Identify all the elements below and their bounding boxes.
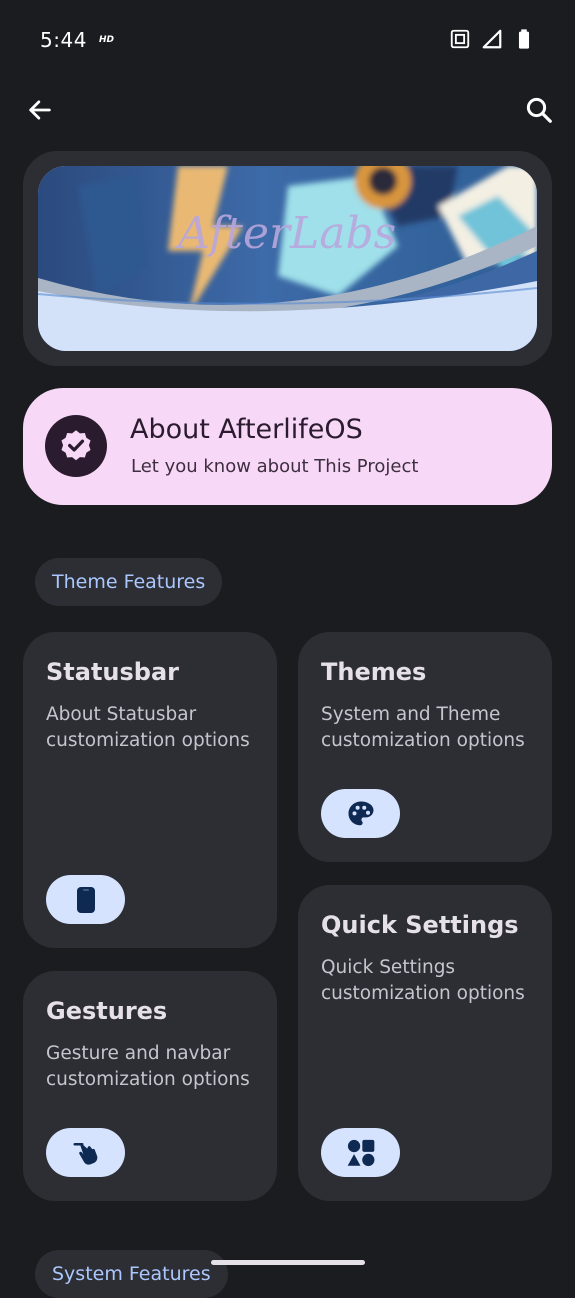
- status-bar: 5:44 HD: [0, 0, 575, 80]
- battery-icon: [518, 29, 530, 49]
- search-button[interactable]: [521, 92, 557, 128]
- back-button[interactable]: [22, 92, 58, 128]
- statusbar-card[interactable]: Statusbar About Statusbar customization …: [23, 632, 277, 948]
- card-title: Gestures: [46, 997, 168, 1025]
- quick-settings-icon-pill: [321, 1128, 400, 1177]
- app-bar: [0, 86, 575, 136]
- signal-icon: [482, 29, 502, 49]
- card-description: Gesture and navbar customization options: [46, 1043, 250, 1090]
- card-description: System and Theme customization options: [321, 704, 525, 751]
- hd-badge: HD: [99, 35, 115, 45]
- card-title: Themes: [321, 658, 427, 686]
- section-theme-features: Theme Features: [35, 558, 223, 606]
- themes-icon-pill: [321, 789, 400, 838]
- quick-settings-card[interactable]: Quick Settings Quick Settings customizat…: [298, 885, 552, 1201]
- statusbar-icon-pill: [46, 875, 125, 924]
- search-icon: [526, 97, 552, 123]
- palette-icon: [348, 801, 373, 825]
- banner-image: AfterLabs: [38, 166, 537, 351]
- banner-logo-text: AfterLabs: [174, 208, 396, 259]
- phone-icon: [76, 886, 95, 913]
- gestures-icon-pill: [46, 1128, 125, 1177]
- about-title: About AfterlifeOS: [130, 414, 363, 445]
- arrow-back-icon: [29, 100, 51, 120]
- card-title: Quick Settings: [321, 911, 519, 939]
- gesture-hand-icon: [73, 1142, 97, 1165]
- gesture-nav-handle[interactable]: [211, 1260, 365, 1265]
- about-card[interactable]: About AfterlifeOS Let you know about Thi…: [23, 388, 552, 505]
- shapes-icon: [347, 1139, 374, 1166]
- card-description: Quick Settings customization options: [321, 957, 525, 1004]
- section-system-features: System Features: [35, 1250, 228, 1298]
- themes-card[interactable]: Themes System and Theme customization op…: [298, 632, 552, 862]
- about-subtitle: Let you know about This Project: [131, 456, 419, 477]
- banner-card: AfterLabs: [23, 151, 552, 366]
- card-description: About Statusbar customization options: [46, 704, 250, 751]
- nfc-icon: [450, 29, 470, 49]
- status-time: 5:44: [40, 28, 87, 52]
- verified-badge-icon: [45, 415, 107, 477]
- gestures-card[interactable]: Gestures Gesture and navbar customizatio…: [23, 971, 277, 1201]
- card-title: Statusbar: [46, 658, 180, 686]
